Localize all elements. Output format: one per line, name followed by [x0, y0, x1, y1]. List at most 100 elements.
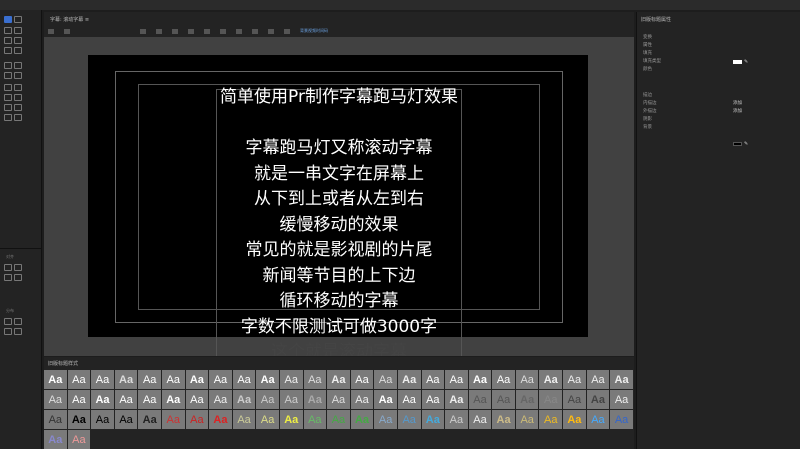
- panel-menu-icon[interactable]: ≡: [85, 17, 89, 23]
- style-swatch[interactable]: Aa: [44, 370, 67, 389]
- style-swatch[interactable]: Aa: [397, 410, 421, 429]
- outer-stroke-add-link[interactable]: 添加: [733, 108, 742, 114]
- distribute-top-icon[interactable]: [14, 318, 22, 325]
- style-swatch[interactable]: Aa: [539, 390, 563, 409]
- selection-tool-icon[interactable]: [4, 16, 12, 23]
- style-swatch[interactable]: Aa: [492, 370, 515, 389]
- panel-tab[interactable]: 字幕: 滚动字幕 ≡: [44, 12, 634, 25]
- style-swatch[interactable]: Aa: [44, 410, 67, 429]
- style-swatch[interactable]: Aa: [256, 390, 279, 409]
- style-swatch[interactable]: Aa: [492, 390, 515, 409]
- rectangle-tool-icon[interactable]: [4, 84, 12, 91]
- style-swatch[interactable]: Aa: [303, 370, 327, 389]
- property-section[interactable]: 填充类型: [643, 58, 661, 64]
- wedge-tool-icon[interactable]: [4, 104, 12, 111]
- align-top-icon[interactable]: [14, 264, 22, 271]
- clipped-corner-tool-icon[interactable]: [4, 94, 12, 101]
- style-swatch[interactable]: Aa: [445, 370, 468, 389]
- style-swatch[interactable]: Aa: [374, 390, 397, 409]
- arc-tool-icon[interactable]: [14, 104, 22, 111]
- delete-anchor-tool-icon[interactable]: [4, 72, 12, 79]
- style-swatch[interactable]: Aa: [586, 370, 610, 389]
- style-swatch[interactable]: Aa: [421, 410, 445, 429]
- line-tool-icon[interactable]: [14, 114, 22, 121]
- style-swatch[interactable]: Aa: [185, 370, 209, 389]
- show-background-video-toggle[interactable]: 背景视频时间码: [300, 28, 328, 34]
- align-left-text-icon[interactable]: [236, 28, 242, 34]
- distribute-left-icon[interactable]: [4, 318, 12, 325]
- align-center-text-icon[interactable]: [252, 28, 258, 34]
- style-swatch[interactable]: Aa: [515, 410, 539, 429]
- style-swatch[interactable]: Aa: [445, 410, 468, 429]
- rounded-rectangle-tool-icon[interactable]: [14, 84, 22, 91]
- style-swatch[interactable]: Aa: [515, 370, 539, 389]
- property-section[interactable]: 阴影: [643, 116, 652, 122]
- style-swatch[interactable]: Aa: [563, 370, 586, 389]
- align-middle-icon[interactable]: [14, 274, 22, 281]
- style-swatch[interactable]: Aa: [350, 390, 374, 409]
- property-section[interactable]: 颜色: [643, 66, 652, 72]
- style-swatch[interactable]: Aa: [44, 430, 67, 449]
- style-swatch[interactable]: Aa: [138, 410, 161, 429]
- style-swatch[interactable]: Aa: [232, 370, 256, 389]
- style-swatch[interactable]: Aa: [138, 390, 161, 409]
- style-swatch[interactable]: Aa: [374, 370, 397, 389]
- eyedropper-icon[interactable]: ✎: [744, 141, 748, 147]
- style-swatch[interactable]: Aa: [350, 410, 374, 429]
- style-swatch[interactable]: Aa: [185, 390, 209, 409]
- style-swatch[interactable]: Aa: [350, 370, 374, 389]
- tab-stops-icon[interactable]: [284, 28, 290, 34]
- style-swatch[interactable]: Aa: [421, 370, 445, 389]
- area-type-tool-icon[interactable]: [4, 37, 12, 44]
- bold-icon[interactable]: [172, 28, 178, 34]
- style-swatch[interactable]: Aa: [232, 390, 256, 409]
- style-swatch[interactable]: Aa: [209, 390, 232, 409]
- align-right-text-icon[interactable]: [268, 28, 274, 34]
- style-swatch[interactable]: Aa: [327, 410, 350, 429]
- property-section[interactable]: 背景: [643, 124, 652, 130]
- style-swatch[interactable]: Aa: [586, 410, 610, 429]
- style-swatch[interactable]: Aa: [114, 410, 138, 429]
- style-swatch[interactable]: Aa: [279, 390, 303, 409]
- style-swatch[interactable]: Aa: [44, 390, 67, 409]
- vertical-path-type-tool-icon[interactable]: [14, 47, 22, 54]
- style-swatch[interactable]: Aa: [161, 410, 185, 429]
- property-section[interactable]: 属性: [643, 42, 652, 48]
- rounded-corner-tool-icon[interactable]: [14, 94, 22, 101]
- style-swatch[interactable]: Aa: [610, 410, 633, 429]
- title-canvas[interactable]: 简单使用Pr制作字幕跑马灯效果 字幕跑马灯又称滚动字幕 就是一串文字在屏幕上 从下到…: [44, 37, 634, 356]
- style-swatch[interactable]: Aa: [445, 390, 468, 409]
- align-left-icon[interactable]: [4, 264, 12, 271]
- style-swatch[interactable]: Aa: [610, 370, 633, 389]
- style-swatch[interactable]: Aa: [67, 410, 91, 429]
- font-family-dropdown[interactable]: [140, 28, 146, 34]
- style-swatch[interactable]: Aa: [67, 430, 91, 449]
- ellipse-tool-icon[interactable]: [4, 114, 12, 121]
- style-swatch[interactable]: Aa: [114, 390, 138, 409]
- type-tool-icon[interactable]: [4, 27, 12, 34]
- style-swatch[interactable]: Aa: [279, 410, 303, 429]
- style-swatch[interactable]: Aa: [209, 370, 232, 389]
- style-swatch[interactable]: Aa: [327, 390, 350, 409]
- style-swatch[interactable]: Aa: [67, 370, 91, 389]
- style-swatch[interactable]: Aa: [91, 410, 114, 429]
- style-swatch[interactable]: Aa: [563, 390, 586, 409]
- style-swatch[interactable]: Aa: [515, 390, 539, 409]
- property-section[interactable]: 变换: [643, 34, 652, 40]
- property-section[interactable]: 描边: [643, 92, 652, 98]
- style-swatch[interactable]: Aa: [421, 390, 445, 409]
- style-swatch[interactable]: Aa: [468, 410, 492, 429]
- style-swatch[interactable]: Aa: [563, 410, 586, 429]
- style-swatch[interactable]: Aa: [303, 390, 327, 409]
- style-swatch[interactable]: Aa: [492, 410, 515, 429]
- property-section[interactable]: 外描边: [643, 108, 657, 114]
- style-swatch[interactable]: Aa: [374, 410, 397, 429]
- inner-stroke-add-link[interactable]: 添加: [733, 100, 742, 106]
- style-swatch[interactable]: Aa: [91, 390, 114, 409]
- font-size-field[interactable]: [220, 28, 226, 34]
- style-swatch[interactable]: Aa: [232, 410, 256, 429]
- style-swatch[interactable]: Aa: [185, 410, 209, 429]
- property-section[interactable]: 内描边: [643, 100, 657, 106]
- style-swatch[interactable]: Aa: [468, 390, 492, 409]
- pen-tool-icon[interactable]: [4, 62, 12, 69]
